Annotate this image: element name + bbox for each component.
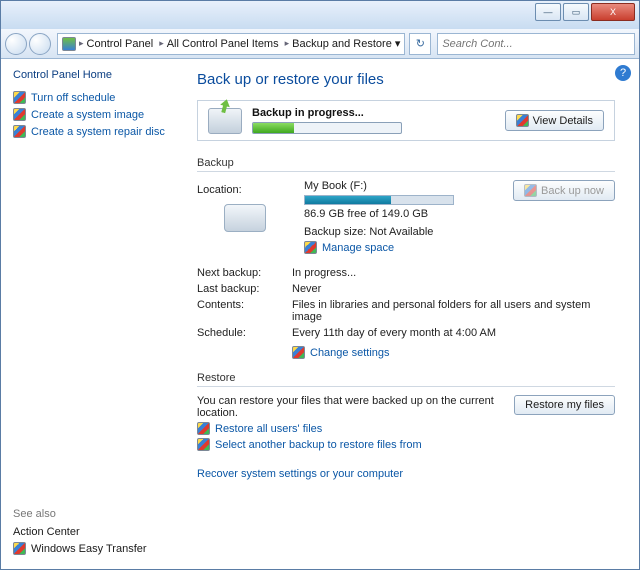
see-also-easy-transfer[interactable]: Windows Easy Transfer xyxy=(13,542,169,555)
drive-icon xyxy=(224,204,266,232)
drive-backup-icon xyxy=(208,108,242,134)
backup-progress-box: Backup in progress... View Details xyxy=(197,100,615,141)
restore-blurb: You can restore your files that were bac… xyxy=(197,395,502,419)
see-also-label: See also xyxy=(13,508,169,520)
page-title: Back up or restore your files xyxy=(197,71,615,88)
recover-system-link[interactable]: Recover system settings or your computer xyxy=(197,468,403,480)
backup-progress-bar xyxy=(252,122,402,134)
shield-icon xyxy=(13,108,26,121)
see-also-action-center[interactable]: Action Center xyxy=(13,526,169,538)
breadcrumb-0[interactable]: Control Panel xyxy=(87,38,154,50)
maximize-button[interactable]: ▭ xyxy=(563,3,589,21)
disk-space-text: 86.9 GB free of 149.0 GB xyxy=(304,208,501,220)
search-input[interactable] xyxy=(437,33,635,55)
location-label: Location: xyxy=(197,184,292,196)
next-backup-value: In progress... xyxy=(292,267,615,279)
last-backup-value: Never xyxy=(292,283,615,295)
shield-icon xyxy=(524,184,537,197)
manage-space-link[interactable]: Manage space xyxy=(304,241,501,254)
last-backup-label: Last backup: xyxy=(197,283,292,295)
restore-my-files-button[interactable]: Restore my files xyxy=(514,395,615,415)
location-value: My Book (F:) xyxy=(304,180,501,192)
restore-section-label: Restore xyxy=(197,366,615,387)
breadcrumb-2[interactable]: Backup and Restore xyxy=(292,38,392,50)
breadcrumb[interactable]: ▸Control Panel ▸All Control Panel Items … xyxy=(57,33,405,55)
sidebar-link-turn-off-schedule[interactable]: Turn off schedule xyxy=(13,91,169,104)
address-toolbar: ▸Control Panel ▸All Control Panel Items … xyxy=(1,29,639,59)
back-up-now-button[interactable]: Back up now xyxy=(513,180,615,201)
left-sidebar: Control Panel Home Turn off schedule Cre… xyxy=(1,59,181,569)
nav-back-button[interactable] xyxy=(5,33,27,55)
disk-space-bar xyxy=(304,195,454,205)
refresh-button[interactable]: ↻ xyxy=(409,33,431,55)
backup-section-label: Backup xyxy=(197,151,615,172)
control-panel-home-link[interactable]: Control Panel Home xyxy=(13,69,169,81)
close-button[interactable]: X xyxy=(591,3,635,21)
schedule-label: Schedule: xyxy=(197,327,292,339)
minimize-button[interactable]: — xyxy=(535,3,561,21)
breadcrumb-1[interactable]: All Control Panel Items xyxy=(167,38,279,50)
help-icon[interactable]: ? xyxy=(615,65,631,81)
shield-icon xyxy=(13,91,26,104)
backup-size-text: Backup size: Not Available xyxy=(304,226,501,238)
next-backup-label: Next backup: xyxy=(197,267,292,279)
sidebar-link-create-repair-disc[interactable]: Create a system repair disc xyxy=(13,125,169,138)
schedule-value: Every 11th day of every month at 4:00 AM xyxy=(292,327,615,339)
shield-icon xyxy=(197,422,210,435)
shield-icon xyxy=(304,241,317,254)
shield-icon xyxy=(13,542,26,555)
shield-icon xyxy=(197,438,210,451)
change-settings-link[interactable]: Change settings xyxy=(292,346,615,359)
select-another-backup-link[interactable]: Select another backup to restore files f… xyxy=(197,438,502,451)
main-panel: ? Back up or restore your files Backup i… xyxy=(181,59,639,569)
view-details-button[interactable]: View Details xyxy=(505,110,604,131)
shield-icon xyxy=(13,125,26,138)
shield-icon xyxy=(516,114,529,127)
sidebar-link-create-system-image[interactable]: Create a system image xyxy=(13,108,169,121)
contents-label: Contents: xyxy=(197,299,292,323)
contents-value: Files in libraries and personal folders … xyxy=(292,299,615,323)
nav-forward-button[interactable] xyxy=(29,33,51,55)
breadcrumb-dropdown-icon[interactable]: ▾ xyxy=(395,37,401,50)
restore-all-users-link[interactable]: Restore all users' files xyxy=(197,422,502,435)
backup-status-text: Backup in progress... xyxy=(252,107,495,119)
window-titlebar: — ▭ X xyxy=(1,1,639,29)
shield-icon xyxy=(292,346,305,359)
control-panel-icon xyxy=(62,37,76,51)
